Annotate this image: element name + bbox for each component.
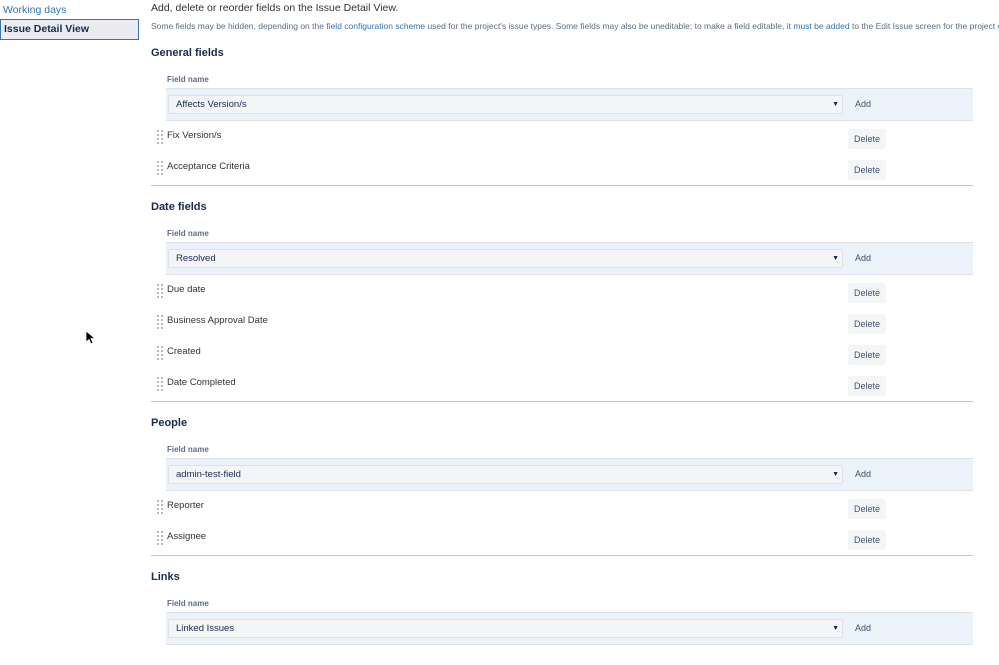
field-name: Due date xyxy=(167,284,206,295)
field-name: Reporter xyxy=(167,500,204,511)
field-row[interactable]: Assignee Delete xyxy=(151,525,973,556)
dropdown-arrow-icon: ▼ xyxy=(832,101,839,108)
intro-text: Add, delete or reorder fields on the Iss… xyxy=(151,2,399,14)
delete-button[interactable]: Delete xyxy=(848,283,886,303)
field-row[interactable]: Business Approval Date Delete xyxy=(151,309,973,340)
field-select-value: Linked Issues xyxy=(176,623,235,634)
field-row[interactable]: Reporter Delete xyxy=(151,494,973,525)
field-select-value: Affects Version/s xyxy=(176,99,247,110)
sidebar-item-issue-detail-view[interactable]: Issue Detail View xyxy=(0,19,139,40)
drag-handle-icon[interactable] xyxy=(157,315,163,329)
drag-handle-icon[interactable] xyxy=(157,531,163,545)
section-divider xyxy=(151,185,973,186)
field-name: Created xyxy=(167,346,201,357)
drag-handle-icon[interactable] xyxy=(157,377,163,391)
it-must-be-added-link[interactable]: it must be added xyxy=(787,21,850,31)
section-title: People xyxy=(151,417,188,429)
field-name: Business Approval Date xyxy=(167,315,268,326)
add-field-row: Affects Version/s ▼ Add xyxy=(166,88,973,121)
column-header-field-name: Field name xyxy=(167,599,209,608)
add-field-row: Linked Issues ▼ Add xyxy=(166,612,973,645)
drag-handle-icon[interactable] xyxy=(157,130,163,144)
add-button[interactable]: Add xyxy=(849,95,877,114)
field-name: Fix Version/s xyxy=(167,130,222,141)
field-select[interactable]: Affects Version/s ▼ xyxy=(168,95,843,114)
field-name: Assignee xyxy=(167,531,207,542)
field-row[interactable]: Acceptance Criteria Delete xyxy=(151,155,973,186)
add-button[interactable]: Add xyxy=(849,249,877,268)
delete-button[interactable]: Delete xyxy=(848,314,886,334)
drag-handle-icon[interactable] xyxy=(157,284,163,298)
sidebar: Working days Issue Detail View xyxy=(0,0,140,40)
mouse-cursor-icon xyxy=(85,330,97,345)
add-button[interactable]: Add xyxy=(849,465,877,484)
field-configuration-scheme-link[interactable]: field configuration scheme xyxy=(326,21,425,31)
add-field-row: admin-test-field ▼ Add xyxy=(166,458,973,491)
section-title: Links xyxy=(151,571,180,583)
delete-button[interactable]: Delete xyxy=(848,499,886,519)
description-text: Some fields may be hidden, depending on … xyxy=(151,21,999,31)
delete-button[interactable]: Delete xyxy=(848,129,886,149)
sidebar-item-working-days[interactable]: Working days xyxy=(0,1,140,19)
dropdown-arrow-icon: ▼ xyxy=(832,471,839,478)
column-header-field-name: Field name xyxy=(167,229,209,238)
delete-button[interactable]: Delete xyxy=(848,376,886,396)
description-part: Some fields may be hidden, depending on … xyxy=(151,21,327,31)
dropdown-arrow-icon: ▼ xyxy=(832,255,839,262)
field-select-value: admin-test-field xyxy=(176,469,241,480)
description-part: used for the project's issue types. Some… xyxy=(425,21,787,31)
section-title: Date fields xyxy=(151,201,207,213)
field-select[interactable]: Resolved ▼ xyxy=(168,249,843,268)
delete-button[interactable]: Delete xyxy=(848,160,886,180)
field-select-value: Resolved xyxy=(176,253,216,264)
field-name: Date Completed xyxy=(167,377,236,388)
field-select[interactable]: Linked Issues ▼ xyxy=(168,619,843,638)
section-divider xyxy=(151,555,973,556)
field-row[interactable]: Due date Delete xyxy=(151,278,973,309)
add-button[interactable]: Add xyxy=(849,619,877,638)
field-row[interactable]: Date Completed Delete xyxy=(151,371,973,402)
field-select[interactable]: admin-test-field ▼ xyxy=(168,465,843,484)
dropdown-arrow-icon: ▼ xyxy=(832,625,839,632)
add-field-row: Resolved ▼ Add xyxy=(166,242,973,275)
column-header-field-name: Field name xyxy=(167,445,209,454)
section-title: General fields xyxy=(151,47,224,59)
section-divider xyxy=(151,401,973,402)
delete-button[interactable]: Delete xyxy=(848,530,886,550)
drag-handle-icon[interactable] xyxy=(157,161,163,175)
field-name: Acceptance Criteria xyxy=(167,161,250,172)
description-part: to the Edit Issue screen for the project… xyxy=(851,21,999,31)
field-row[interactable]: Created Delete xyxy=(151,340,973,371)
drag-handle-icon[interactable] xyxy=(157,500,163,514)
column-header-field-name: Field name xyxy=(167,75,209,84)
drag-handle-icon[interactable] xyxy=(157,346,163,360)
field-row[interactable]: Fix Version/s Delete xyxy=(151,124,973,155)
delete-button[interactable]: Delete xyxy=(848,345,886,365)
